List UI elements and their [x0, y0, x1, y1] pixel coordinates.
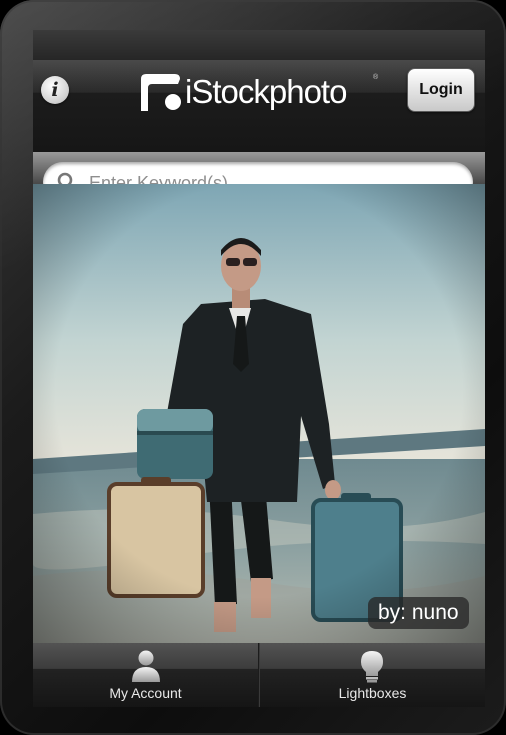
person-icon	[132, 650, 160, 682]
status-bar	[33, 30, 485, 60]
tab-label: Lightboxes	[338, 685, 407, 701]
photo-credit: by: nuno	[368, 597, 469, 629]
tab-my-account[interactable]: My Account	[33, 643, 258, 707]
info-icon[interactable]: i	[41, 76, 69, 104]
tab-label: My Account	[109, 685, 182, 701]
featured-photo-image	[33, 184, 485, 643]
featured-photo[interactable]: by: nuno	[33, 184, 485, 643]
tab-bar: My Account Lightboxes	[33, 643, 485, 707]
logo-trademark: ®	[373, 74, 379, 81]
navigation-bar: i iStockphoto ® Login	[33, 60, 485, 214]
istockphoto-logo: iStockphoto ®	[139, 70, 389, 114]
tab-lightboxes[interactable]: Lightboxes	[260, 643, 485, 707]
login-button[interactable]: Login	[407, 68, 475, 112]
lightbulb-icon	[361, 651, 383, 683]
logo-mark-icon	[141, 74, 181, 111]
logo-text: iStockphoto	[185, 73, 347, 110]
app-screen: i iStockphoto ® Login Enter Keyword(s) b…	[33, 30, 485, 707]
